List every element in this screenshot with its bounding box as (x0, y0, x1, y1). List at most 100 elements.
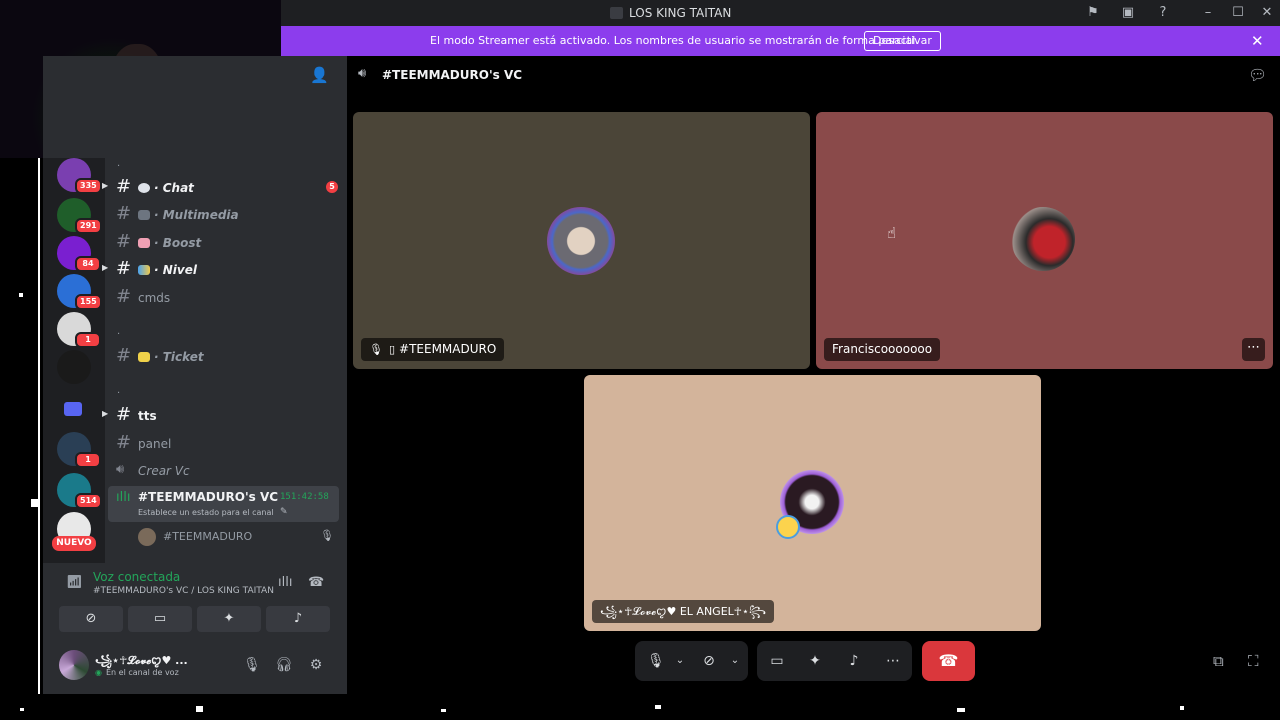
server-notification-badge: 514 (75, 493, 102, 509)
disable-streamer-button[interactable]: Desactivar (864, 31, 941, 51)
channel-status-prompt[interactable]: Establece un estado para el canal (138, 508, 274, 517)
speech-bubble-icon (138, 183, 150, 193)
soundboard-icon[interactable]: ♪ (844, 651, 864, 671)
more-options-icon[interactable]: ⋯ (883, 651, 903, 671)
activities-button[interactable]: ✦ (197, 606, 261, 632)
participant-tile[interactable]: Franciscooooooo ⋯ (816, 112, 1273, 369)
chevron-down-icon[interactable]: ⌄ (728, 651, 742, 671)
audio-video-controls: 🎙︎ ⌄ ⊘ ⌄ (635, 641, 748, 681)
speck (655, 705, 661, 709)
channel-boost[interactable]: # · Boost (110, 230, 338, 254)
chevron-down-icon[interactable]: ⌄ (673, 651, 687, 671)
maximize-icon[interactable]: ☐ (1228, 3, 1248, 23)
add-friend-icon[interactable]: 👤 (310, 66, 329, 84)
chat-icon[interactable]: 💬︎ (1248, 66, 1267, 84)
voice-channel-path[interactable]: #TEEMMADURO's VC / LOS KING TAITAN (93, 586, 274, 596)
folder-icon[interactable] (64, 402, 82, 416)
screen-share-button[interactable]: ▭ (128, 606, 192, 632)
channel-label: · Nivel (154, 263, 197, 277)
voice-channel-name: #TEEMMADURO's VC (138, 490, 279, 504)
channel-panel[interactable]: # panel (110, 431, 338, 455)
emoji-reaction-icon (776, 515, 800, 539)
noise-suppression-icon[interactable]: ıllı (278, 575, 292, 590)
voice-status[interactable]: Voz conectada (93, 570, 180, 584)
voice-connection-panel: 📶︎ Voz conectada #TEEMMADURO's VC / LOS … (51, 563, 340, 638)
channel-chat[interactable]: ▶ # · Chat 5 (102, 175, 338, 199)
camera-off-icon[interactable]: ⊘ (699, 651, 719, 671)
voice-channel-title: #TEEMMADURO's VC (382, 68, 523, 82)
camera-off-button[interactable]: ⊘ (59, 606, 123, 632)
fullscreen-icon[interactable]: ⛶ (1248, 652, 1259, 670)
headphones-icon[interactable]: 🎧︎ (274, 655, 294, 675)
voice-activity-icon: ıllı (116, 490, 131, 505)
voice-member[interactable]: #TEEMMADURO 🎙︎ (138, 528, 338, 546)
close-banner-icon[interactable]: ✕ (1251, 32, 1264, 50)
microphone-icon[interactable]: 🎙︎ (242, 655, 262, 675)
participant-name: #TEEMMADURO (399, 342, 497, 356)
hash-icon: # (116, 286, 132, 307)
channel-label: cmds (138, 291, 171, 305)
streamer-mode-banner: El modo Streamer está activado. Los nomb… (281, 26, 1280, 56)
participant-tile[interactable]: ꧁⋆☥𝓛𝓸𝓿𝓮ꨄ♥ EL ANGEL☥⋆꧂ (584, 375, 1041, 631)
server-notification-badge: 155 (75, 294, 102, 310)
hash-icon: # (116, 258, 132, 279)
inbox-icon[interactable]: ▣ (1118, 3, 1138, 23)
sidebar-edge (38, 158, 40, 694)
close-icon[interactable]: ✕ (1257, 3, 1277, 23)
member-name: #TEEMMADURO (163, 530, 253, 543)
server-icon[interactable] (57, 350, 91, 384)
unread-indicator: ▶ (102, 263, 109, 272)
hash-icon: # (116, 432, 132, 453)
participant-name-tag: Franciscooooooo (824, 338, 941, 361)
share-controls: ▭ ✦ ♪ ⋯ (757, 641, 912, 681)
channel-label: · Ticket (154, 350, 204, 364)
soundboard-button[interactable]: ♪ (266, 606, 330, 632)
user-status: En el canal de voz (106, 668, 179, 677)
help-icon[interactable]: ? (1153, 3, 1173, 23)
muted-mic-icon: 🎙︎ (369, 343, 383, 356)
minimize-icon[interactable]: – (1198, 3, 1218, 23)
category-header[interactable]: . (117, 326, 120, 337)
edit-icon[interactable]: ✎ (280, 507, 288, 517)
mouse-cursor: ☝ (887, 224, 897, 242)
rocket-icon (138, 238, 150, 248)
pop-out-icon[interactable]: ⧉ (1213, 652, 1224, 670)
microphone-icon[interactable]: 🎙︎ (647, 651, 665, 671)
channel-crear-vc[interactable]: 🔊︎ Crear Vc (110, 458, 338, 482)
category-header[interactable]: . (117, 385, 120, 396)
avatar[interactable] (59, 650, 89, 680)
flag-icon[interactable]: ⚑ (1083, 3, 1103, 23)
avatar (138, 528, 156, 546)
hash-icon: # (116, 203, 132, 224)
unread-indicator: ▶ (102, 409, 109, 418)
speck (19, 293, 23, 297)
disconnect-icon[interactable]: ☎ (308, 575, 324, 590)
voice-timer: 151:42:58 (280, 492, 329, 502)
settings-icon[interactable]: ⚙ (306, 655, 326, 675)
activities-icon[interactable]: ✦ (805, 651, 825, 671)
user-panel: ꧁⋆☥𝓛𝓸𝓿𝓮ꨄ♥ ... ◉ En el canal de voz 🎙︎ 🎧︎… (51, 642, 340, 688)
more-options-button[interactable]: ⋯ (1242, 338, 1265, 361)
channel-label: Crear Vc (138, 464, 190, 478)
channel-tts[interactable]: ▶ # tts (102, 403, 338, 427)
participant-tile[interactable]: 🎙︎ ▯ #TEEMMADURO (353, 112, 810, 369)
channel-cmds[interactable]: # cmds (110, 285, 338, 309)
channel-nivel[interactable]: ▶ # · Nivel (102, 257, 338, 281)
channel-ticket[interactable]: # · Ticket (110, 344, 338, 368)
server-notification-badge: 335 (75, 178, 102, 194)
channel-multimedia[interactable]: # · Multimedia (110, 202, 338, 226)
signal-icon[interactable]: 📶︎ (66, 575, 83, 590)
active-voice-channel[interactable]: ıllı #TEEMMADURO's VC 151:42:58 Establec… (108, 486, 339, 522)
chart-icon (138, 265, 150, 275)
server-notification-badge: 84 (75, 256, 101, 272)
category-header[interactable]: . (117, 158, 120, 169)
screen-share-icon[interactable]: ▭ (767, 651, 787, 671)
disconnect-button[interactable]: ☎ (922, 641, 975, 681)
server-notification-badge: 1 (75, 452, 101, 468)
banner-text: El modo Streamer está activado. Los nomb… (430, 34, 919, 47)
speck (31, 499, 38, 507)
avatar (547, 207, 615, 275)
new-badge: NUEVO (52, 536, 96, 551)
channel-label: tts (138, 409, 157, 423)
app-logo-icon (610, 7, 623, 19)
